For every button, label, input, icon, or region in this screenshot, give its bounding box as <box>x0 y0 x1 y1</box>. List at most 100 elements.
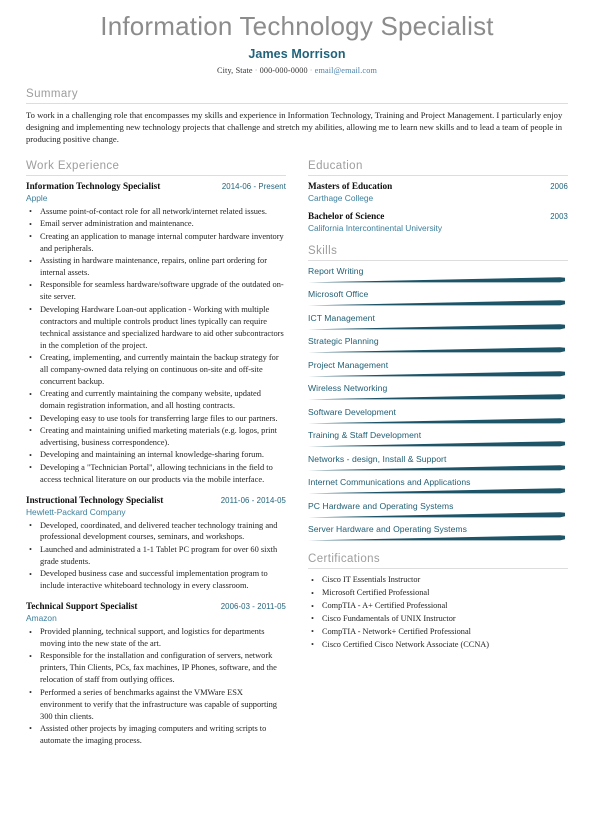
list-item: Cisco IT Essentials Instructor <box>308 574 568 587</box>
contact-location: City, State <box>217 65 253 75</box>
skill-label: Training & Staff Development <box>308 430 422 441</box>
skill-level-bar <box>308 465 568 471</box>
education-entry-header: Masters of Education 2006 <box>308 181 568 191</box>
skills-list: Report Writing Microsoft Office ICT Manage… <box>308 266 568 542</box>
work-entry-header: Technical Support Specialist 2006-03 - 20… <box>26 601 286 611</box>
skills-heading: Skills <box>308 245 568 261</box>
summary-heading: Summary <box>26 88 568 104</box>
resume-page: Information Technology Specialist James … <box>0 0 594 838</box>
list-item: Developed, coordinated, and delivered te… <box>26 519 286 544</box>
page-title: Information Technology Specialist <box>100 11 494 41</box>
work-entry-company: Amazon <box>26 613 57 624</box>
skill-item: Microsoft Office <box>308 289 568 306</box>
work-experience-section: Work Experience Information Technology S… <box>26 160 286 747</box>
skill-level-bar <box>308 535 568 541</box>
contact-line: City, State · 000-000-0000 · email@email.com <box>26 66 568 75</box>
list-item: Cisco Certified Cisco Network Associate … <box>308 638 568 652</box>
list-item: CompTIA - Network+ Certified Professiona… <box>308 625 568 639</box>
resume-header: Information Technology Specialist James … <box>26 8 568 75</box>
skills-section: Skills Report Writing Microsoft Office ICT… <box>308 245 568 542</box>
list-item: CompTIA - A+ Certified Professional <box>308 600 568 613</box>
skill-label: Project Management <box>308 359 389 370</box>
list-item: Responsible for the installation and con… <box>26 650 286 686</box>
education-list: Masters of Education 2006 Carthage College… <box>308 181 568 233</box>
list-item: Developing easy to use tools for transfe… <box>26 412 286 425</box>
list-item: Developing a "Technician Portal", allowi… <box>26 461 286 486</box>
skill-label: Microsoft Office <box>308 289 369 300</box>
skill-level-bar <box>308 488 568 494</box>
skill-item: Project Management <box>308 360 568 377</box>
summary-text: To work in a challenging role that encom… <box>26 109 563 145</box>
work-entry: Information Technology Specialist 2014-06… <box>26 181 286 486</box>
list-item: Email server administration and maintena… <box>26 218 286 230</box>
work-experience-heading: Work Experience <box>26 160 286 176</box>
left-column: Work Experience Information Technology S… <box>26 160 298 756</box>
list-item: Assisted other projects by imaging compu… <box>26 722 286 747</box>
work-entry: Technical Support Specialist 2006-03 - 20… <box>26 601 286 747</box>
certifications-section: Certifications Cisco IT Essentials Instr… <box>308 553 568 651</box>
skill-level-bar <box>308 277 568 283</box>
work-entry: Instructional Technology Specialist 2011-… <box>26 495 286 593</box>
list-item: Responsible for seamless hardware/softwa… <box>26 279 286 303</box>
right-column: Education Masters of Education 2006 Cartha… <box>298 160 568 664</box>
list-item: Creating, implementing, and currently ma… <box>26 351 286 388</box>
skill-label: ICT Management <box>308 312 375 323</box>
list-item: Microsoft Certified Professional <box>308 587 568 600</box>
work-entry-header: Information Technology Specialist 2014-06… <box>26 181 286 191</box>
education-entry-header: Bachelor of Science 2003 <box>308 211 568 221</box>
list-item: Developing and maintaining an internal k… <box>26 449 286 461</box>
skill-label: Strategic Planning <box>308 336 379 347</box>
skill-label: Report Writing <box>308 265 364 276</box>
work-entry-role: Instructional Technology Specialist <box>26 494 164 505</box>
skill-level-bar <box>308 371 568 377</box>
skill-item: Networks - design, Install & Support <box>308 454 568 471</box>
skill-level-bar <box>308 394 568 400</box>
skill-item: Software Development <box>308 407 568 424</box>
education-degree: Masters of Education <box>308 180 393 191</box>
contact-email-link[interactable]: email@email.com <box>315 66 377 75</box>
skill-level-bar <box>308 324 568 330</box>
work-entry-company: Hewlett-Packard Company <box>26 506 126 517</box>
education-year: 2006 <box>550 181 568 191</box>
work-entry-company: Apple <box>26 192 48 203</box>
education-heading: Education <box>308 160 568 176</box>
skill-label: Networks - design, Install & Support <box>308 453 447 464</box>
work-entry-header: Instructional Technology Specialist 2011-… <box>26 495 286 505</box>
skill-label: Internet Communications and Applications <box>308 477 471 488</box>
certifications-list: Cisco IT Essentials InstructorMicrosoft … <box>308 574 568 651</box>
list-item: Performed a series of benchmarks against… <box>26 686 286 723</box>
skill-item: Server Hardware and Operating Systems <box>308 524 568 541</box>
skill-label: PC Hardware and Operating Systems <box>308 500 454 511</box>
list-item: Creating and maintaining unified marketi… <box>26 424 286 449</box>
body-columns: Work Experience Information Technology S… <box>26 160 568 756</box>
list-item: Cisco Fundamentals of UNIX Instructor <box>308 612 568 626</box>
skill-level-bar <box>308 418 568 424</box>
skill-item: Internet Communications and Applications <box>308 477 568 494</box>
skill-item: Training & Staff Development <box>308 430 568 447</box>
work-entry-date: 2006-03 - 2011-05 <box>220 602 286 612</box>
work-entry-role: Information Technology Specialist <box>26 180 161 191</box>
skill-level-bar <box>308 512 568 518</box>
work-experience-list: Information Technology Specialist 2014-06… <box>26 181 286 747</box>
contact-separator-1: · <box>254 65 258 75</box>
education-year: 2003 <box>550 211 568 221</box>
skill-label: Wireless Networking <box>308 383 388 394</box>
skill-item: ICT Management <box>308 313 568 330</box>
skill-level-bar <box>308 347 568 353</box>
education-entry: Bachelor of Science 2003 California Interc… <box>308 211 568 233</box>
list-item: Creating and currently maintaining the c… <box>26 388 286 412</box>
certifications-heading: Certifications <box>308 553 568 570</box>
education-school: California Intercontinental University <box>308 222 443 233</box>
skill-level-bar <box>308 441 568 447</box>
work-entry-bullets: Assume point-of-contact role for all net… <box>26 205 286 486</box>
work-entry-bullets: Provided planning, technical support, an… <box>26 626 286 747</box>
list-item: Launched and administrated a 1-1 Tablet … <box>26 543 286 568</box>
skill-label: Server Hardware and Operating Systems <box>308 524 467 535</box>
skill-label: Software Development <box>308 406 396 417</box>
summary-section: Summary To work in a challenging role th… <box>26 88 568 146</box>
list-item: Provided planning, technical support, an… <box>26 626 286 650</box>
contact-separator-2: · <box>309 65 313 75</box>
list-item: Developing Hardware Loan-out application… <box>26 303 286 352</box>
work-entry-date: 2011-06 - 2014-05 <box>220 495 286 505</box>
work-entry-role: Technical Support Specialist <box>26 601 138 612</box>
